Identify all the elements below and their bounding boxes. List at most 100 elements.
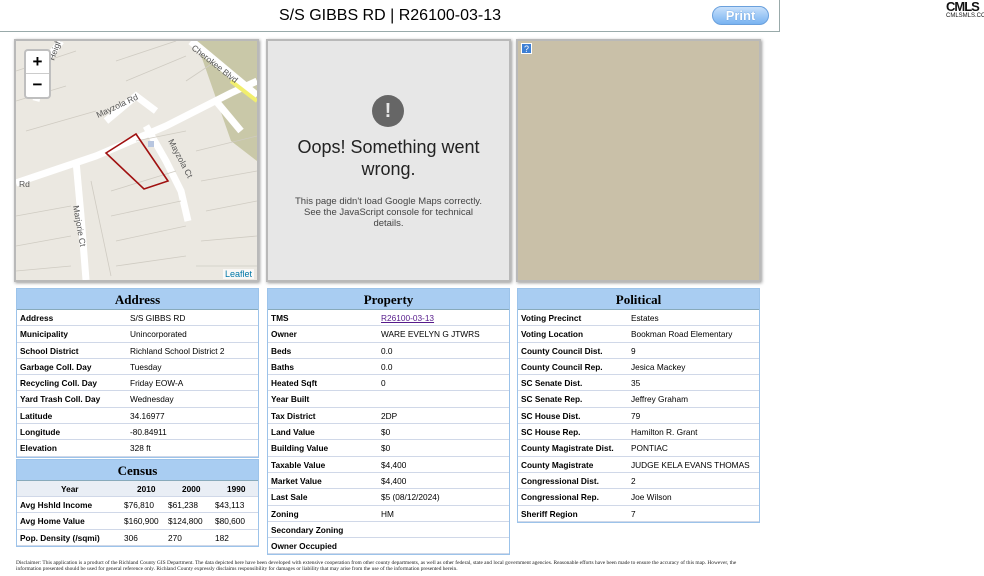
address-row: Yard Trash Coll. Day Wednesday [17, 391, 258, 408]
property-row-value: 0 [381, 378, 386, 389]
property-row: Building Value $0 [268, 440, 509, 457]
property-row-label: Owner [271, 329, 297, 340]
property-row-label: Taxable Value [271, 459, 326, 470]
error-heading: Oops! Something went wrong. [297, 137, 480, 179]
census-row: Avg Home Value $160,900 $124,800 $80,600 [17, 513, 258, 530]
address-row-label: Elevation [20, 443, 57, 454]
political-row-value: Bookman Road Elementary [631, 329, 733, 340]
political-row: Sheriff Region 7 [518, 506, 759, 522]
parcel-map[interactable]: Heights Rd Cherokee Blvd Mayzola Rd Mayz… [14, 39, 259, 282]
political-row-label: SC House Dist. [521, 410, 581, 421]
property-row-value: $0 [381, 427, 391, 438]
address-row: Latitude 34.16977 [17, 408, 258, 425]
address-row-value: Wednesday [130, 394, 174, 405]
political-row-value: PONTIAC [631, 443, 668, 454]
political-row-value: 7 [631, 508, 636, 519]
census-header: Census [17, 460, 258, 481]
page-title: S/S GIBBS RD | R26100-03-13 [278, 7, 502, 24]
property-row-value: $0 [381, 443, 391, 454]
property-row-value: HM [381, 508, 394, 519]
political-row: County Council Dist. 9 [518, 343, 759, 359]
address-row-label: Latitude [20, 410, 53, 421]
logo-subtext: CMLSMLS.COM [946, 13, 984, 19]
address-row: Garbage Coll. Day Tuesday [17, 359, 258, 376]
google-map-error-panel: ! Oops! Something went wrong. This page … [266, 39, 511, 282]
census-cell: $43,113 [215, 500, 245, 510]
political-row-label: County Magistrate [521, 459, 594, 470]
leaflet-attribution-link[interactable]: Leaflet [222, 269, 254, 279]
political-row: County Magistrate JUDGE KELA EVANS THOMAS [518, 457, 759, 473]
property-row: Zoning HM [268, 506, 509, 522]
census-cell: $160,900 [124, 516, 159, 527]
tms-link[interactable]: R26100-03-13 [381, 310, 434, 326]
political-row-label: Sheriff Region [521, 508, 578, 519]
zoom-control: + − [24, 49, 51, 99]
census-table: Census Year 2010 2000 1990 Avg Hshld Inc… [16, 459, 259, 547]
address-row-value: Tuesday [130, 361, 162, 372]
map-tiles: Heights Rd Cherokee Blvd Mayzola Rd Mayz… [16, 41, 257, 280]
census-cell: 270 [168, 532, 182, 543]
political-row: County Magistrate Dist. PONTIAC [518, 440, 759, 457]
political-row-label: Voting Precinct [521, 313, 582, 323]
political-row-label: Congressional Dist. [521, 475, 599, 486]
property-row: Market Value $4,400 [268, 473, 509, 490]
property-row-label: Heated Sqft [271, 378, 318, 389]
property-row: TMS R26100-03-13 [268, 310, 509, 327]
political-row-value: 35 [631, 378, 641, 389]
street-label-rd: Rd [19, 179, 30, 189]
property-row-label: Beds [271, 345, 292, 356]
property-row: Heated Sqft 0 [268, 375, 509, 392]
zoom-out-button[interactable]: − [26, 74, 49, 97]
census-row-label: Avg Hshld Income [20, 500, 93, 510]
political-row-label: SC Senate Dist. [521, 378, 583, 389]
property-row: Last Sale $5 (08/12/2024) [268, 489, 509, 506]
political-header: Political [518, 289, 759, 310]
property-row-label: Land Value [271, 427, 315, 438]
political-row-label: County Council Rep. [521, 361, 603, 372]
address-row-value: -80.84911 [130, 427, 167, 438]
political-row: SC Senate Rep. Jeffrey Graham [518, 391, 759, 408]
address-row: Longitude -80.84911 [17, 424, 258, 441]
property-row: Owner Occupied [268, 538, 509, 555]
cmls-logo: CMLSCMLSMLS.COM [946, 0, 984, 21]
political-row-value: 9 [631, 345, 636, 356]
property-row-value: 2DP [381, 410, 398, 421]
address-row-label: Garbage Coll. Day [20, 361, 92, 372]
print-button[interactable]: Print [712, 6, 769, 25]
census-col-2010: 2010 [137, 484, 156, 494]
property-row: Year Built [268, 391, 509, 408]
address-row: Recycling Coll. Day Friday EOW-A [17, 375, 258, 392]
political-row: Voting Precinct Estates [518, 310, 759, 327]
address-row-value: Richland School District 2 [130, 345, 225, 356]
disclaimer-text: Disclaimer: This application is a produc… [16, 560, 737, 572]
zoom-in-button[interactable]: + [26, 51, 49, 74]
property-row: Land Value $0 [268, 424, 509, 441]
error-message: This page didn't load Google Maps correc… [295, 196, 482, 229]
address-row-value: 328 ft [130, 443, 151, 454]
property-row-value: $4,400 [381, 475, 407, 486]
political-row: SC Senate Dist. 35 [518, 375, 759, 392]
census-row-label: Pop. Density (/sqmi) [20, 532, 100, 543]
census-column-header: Year 2010 2000 1990 [17, 481, 258, 497]
political-row-value: Jeffrey Graham [631, 394, 689, 405]
address-row-label: School District [20, 345, 79, 356]
census-cell: $76,810 [124, 500, 154, 510]
property-row-value: $5 (08/12/2024) [381, 492, 440, 503]
title-bar: S/S GIBBS RD | R26100-03-13 Print [0, 0, 780, 32]
property-row-value: 0.0 [381, 361, 393, 372]
help-icon[interactable]: ? [521, 43, 532, 54]
political-row-value: Estates [631, 313, 659, 323]
census-col-1990: 1990 [227, 484, 246, 494]
political-row-value: Hamilton R. Grant [631, 427, 698, 438]
address-row: Municipality Unincorporated [17, 326, 258, 343]
political-row: Congressional Rep. Joe Wilson [518, 489, 759, 506]
political-row: County Council Rep. Jesica Mackey [518, 359, 759, 376]
property-row-label: Building Value [271, 443, 329, 454]
census-cell: $61,238 [168, 500, 198, 510]
political-row-value: Jesica Mackey [631, 361, 686, 372]
property-row: Owner WARE EVELYN G JTWRS [268, 326, 509, 343]
political-row-value: JUDGE KELA EVANS THOMAS [631, 459, 750, 470]
political-row-value: 2 [631, 475, 636, 486]
property-row-label: Tax District [271, 410, 316, 421]
address-header: Address [17, 289, 258, 310]
